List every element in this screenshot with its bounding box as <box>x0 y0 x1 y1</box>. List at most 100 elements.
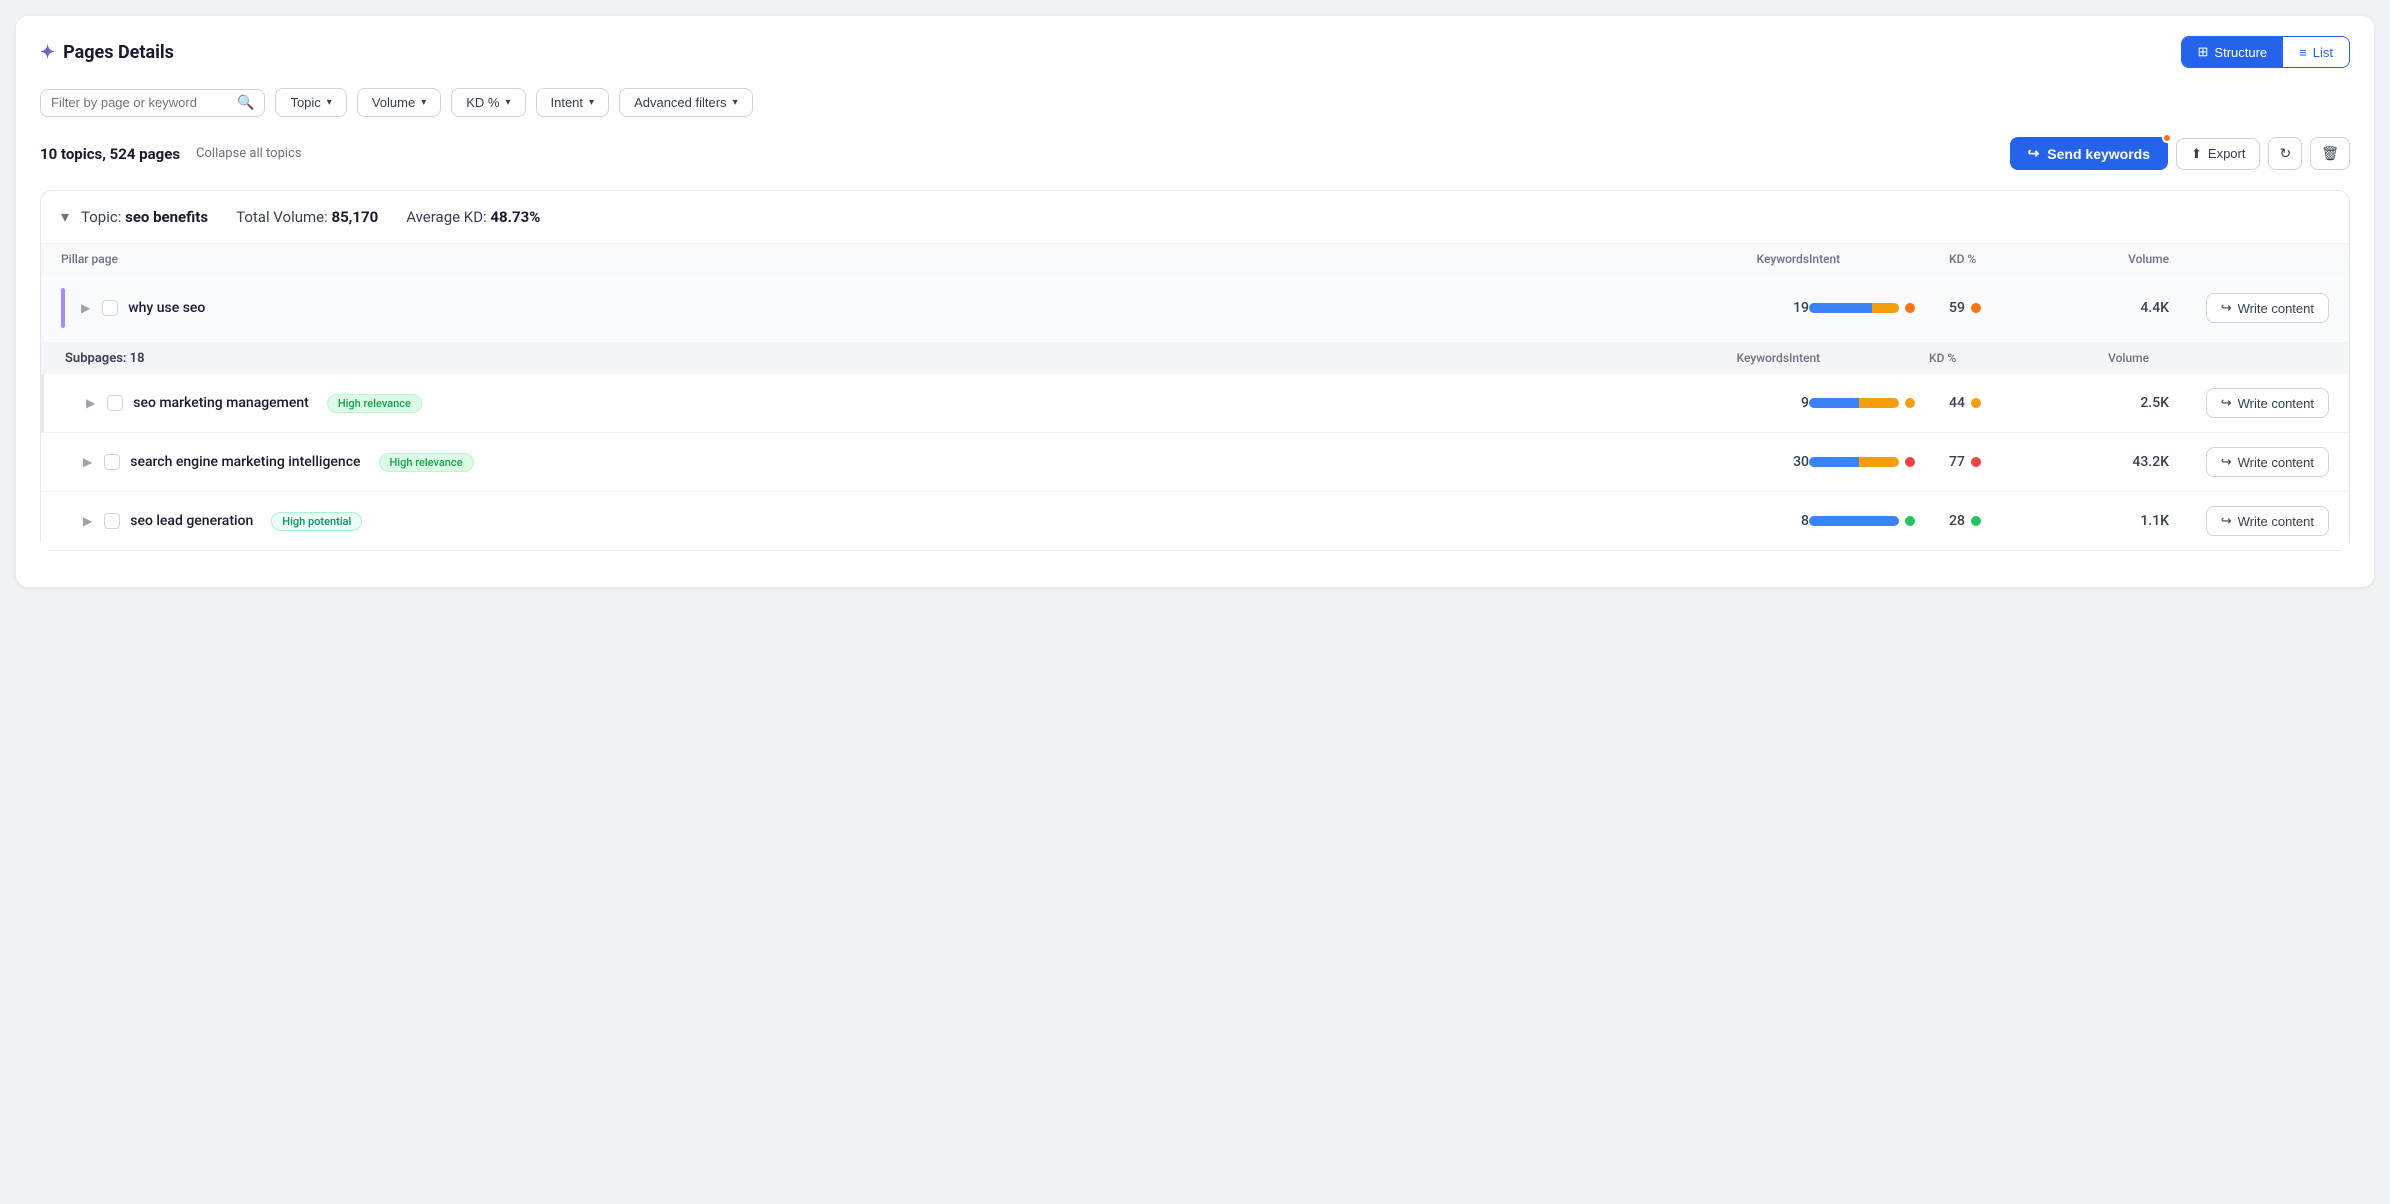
sub-kd: 28 <box>1949 513 2049 529</box>
high-relevance-badge: High relevance <box>327 394 422 413</box>
delete-button[interactable]: 🗑 <box>2310 137 2350 170</box>
trash-icon: 🗑 <box>2321 145 2339 161</box>
intent-yellow-seg <box>1859 457 1900 467</box>
write-icon: ↪ <box>2221 454 2232 470</box>
intent-blue-seg <box>1809 457 1859 467</box>
pillar-table-header: Pillar page Keywords Intent KD % Volume <box>41 244 2349 274</box>
intent-col-label: Intent <box>1809 252 1949 266</box>
list-view-button[interactable]: ≡ List <box>2283 37 2349 67</box>
actions-right: ↪ Send keywords ⬆ Export ↻ 🗑 <box>2010 137 2350 170</box>
pillar-keywords: 19 <box>1689 300 1809 316</box>
topic-title: Topic: seo benefits <box>81 208 208 226</box>
table: Pillar page Keywords Intent KD % Volume … <box>41 244 2349 550</box>
write-icon: ↪ <box>2221 513 2232 529</box>
keywords-col-label: Keywords <box>1689 252 1809 266</box>
write-content-button[interactable]: ↪ Write content <box>2206 388 2329 418</box>
sub-volume-col: Volume <box>2029 351 2149 366</box>
sub-row: ▶ seo lead generation High potential 8 2… <box>41 492 2349 550</box>
intent-dot <box>1905 303 1915 313</box>
intent-blue-seg <box>1809 303 1872 313</box>
intent-dot <box>1905 457 1915 467</box>
search-icon: 🔍 <box>237 95 254 111</box>
intent-blue-seg <box>1809 516 1899 526</box>
row-checkbox[interactable] <box>107 395 123 411</box>
topic-volume: Total Volume: 85,170 <box>236 208 378 226</box>
page-title: ✦ Pages Details <box>40 42 174 63</box>
sub-intent <box>1809 398 1949 408</box>
row-expand-icon[interactable]: ▶ <box>84 394 97 412</box>
sub-kd: 44 <box>1949 395 2049 411</box>
topic-header: ▾ Topic: seo benefits Total Volume: 85,1… <box>41 191 2349 244</box>
pillar-volume: 4.4K <box>2049 300 2169 316</box>
volume-col-label: Volume <box>2049 252 2169 266</box>
pillar-intent <box>1809 303 1949 313</box>
subpages-header: Subpages: 18 Keywords Intent KD % Volume <box>41 343 2349 374</box>
sub-kd-col: KD % <box>1929 351 2029 366</box>
subpages-label: Subpages: 18 <box>65 351 1669 366</box>
row-checkbox[interactable] <box>104 513 120 529</box>
pillar-kd: 59 <box>1949 300 2049 316</box>
search-wrap: 🔍 <box>40 89 265 117</box>
write-content-button[interactable]: ↪ Write content <box>2206 293 2329 323</box>
sub-page-cell: ▶ seo marketing management High relevanc… <box>64 394 1689 413</box>
refresh-icon: ↻ <box>2279 145 2291 161</box>
sub-page-cell: ▶ search engine marketing intelligence H… <box>61 453 1689 472</box>
topics-summary: 10 topics, 524 pages Collapse all topics <box>40 145 302 163</box>
topic-kd: Average KD: 48.73% <box>406 208 540 226</box>
collapse-all-link[interactable]: Collapse all topics <box>196 146 302 161</box>
write-content-button[interactable]: ↪ Write content <box>2206 506 2329 536</box>
sub-page-name: search engine marketing intelligence <box>130 454 360 470</box>
sub-intent-col: Intent <box>1789 351 1929 366</box>
sub-keywords-col: Keywords <box>1669 351 1789 366</box>
page-header: ✦ Pages Details ⊞ Structure ≡ List <box>40 36 2350 68</box>
structure-view-button[interactable]: ⊞ Structure <box>2182 37 2284 67</box>
sub-action: ↪ Write content <box>2169 506 2329 536</box>
search-input[interactable] <box>51 95 231 110</box>
intent-bar <box>1809 516 1899 526</box>
topic-collapse-button[interactable]: ▾ <box>61 207 69 227</box>
topic-filter-button[interactable]: Topic ▾ <box>275 88 346 117</box>
row-checkbox[interactable] <box>104 454 120 470</box>
kd-col-label: KD % <box>1949 252 2049 266</box>
refresh-button[interactable]: ↻ <box>2268 137 2302 170</box>
sub-volume: 2.5K <box>2049 395 2169 411</box>
write-content-button[interactable]: ↪ Write content <box>2206 447 2329 477</box>
pillar-bar-indicator <box>61 288 65 328</box>
high-potential-badge: High potential <box>271 512 362 531</box>
spark-icon: ✦ <box>40 42 55 63</box>
kd-filter-button[interactable]: KD % ▾ <box>451 88 525 117</box>
row-checkbox[interactable] <box>102 300 118 316</box>
sub-row: ▶ seo marketing management High relevanc… <box>41 374 2349 433</box>
intent-yellow-seg <box>1859 398 1900 408</box>
sub-intent <box>1809 516 1949 526</box>
export-button[interactable]: ⬆ Export <box>2176 138 2260 170</box>
list-icon: ≡ <box>2299 45 2307 60</box>
chevron-down-icon: ▾ <box>589 97 594 108</box>
sub-keywords: 30 <box>1689 454 1809 470</box>
kd-status-dot <box>1971 457 1981 467</box>
topic-section: ▾ Topic: seo benefits Total Volume: 85,1… <box>40 190 2350 551</box>
write-icon: ↪ <box>2221 395 2232 411</box>
pillar-page-name: why use seo <box>128 300 205 316</box>
intent-yellow-seg <box>1872 303 1899 313</box>
intent-blue-seg <box>1809 398 1859 408</box>
row-expand-icon[interactable]: ▶ <box>81 453 94 471</box>
pillar-action: ↪ Write content <box>2169 293 2329 323</box>
kd-status-dot <box>1971 398 1981 408</box>
intent-filter-button[interactable]: Intent ▾ <box>536 88 610 117</box>
high-relevance-badge: High relevance <box>379 453 474 472</box>
row-expand-icon[interactable]: ▶ <box>81 512 94 530</box>
filter-bar: 🔍 Topic ▾ Volume ▾ KD % ▾ Intent ▾ Advan… <box>40 88 2350 117</box>
volume-filter-button[interactable]: Volume ▾ <box>357 88 441 117</box>
sub-volume: 43.2K <box>2049 454 2169 470</box>
row-expand-icon[interactable]: ▶ <box>79 299 92 317</box>
advanced-filters-button[interactable]: Advanced filters ▾ <box>619 88 753 117</box>
intent-bar <box>1809 457 1899 467</box>
pillar-col-label: Pillar page <box>61 252 1689 266</box>
send-keywords-button[interactable]: ↪ Send keywords <box>2010 137 2168 170</box>
sub-action-col <box>2149 351 2309 366</box>
structure-icon: ⊞ <box>2198 44 2209 60</box>
kd-status-dot <box>1971 303 1981 313</box>
chevron-down-icon: ▾ <box>505 97 510 108</box>
sub-kd: 77 <box>1949 454 2049 470</box>
